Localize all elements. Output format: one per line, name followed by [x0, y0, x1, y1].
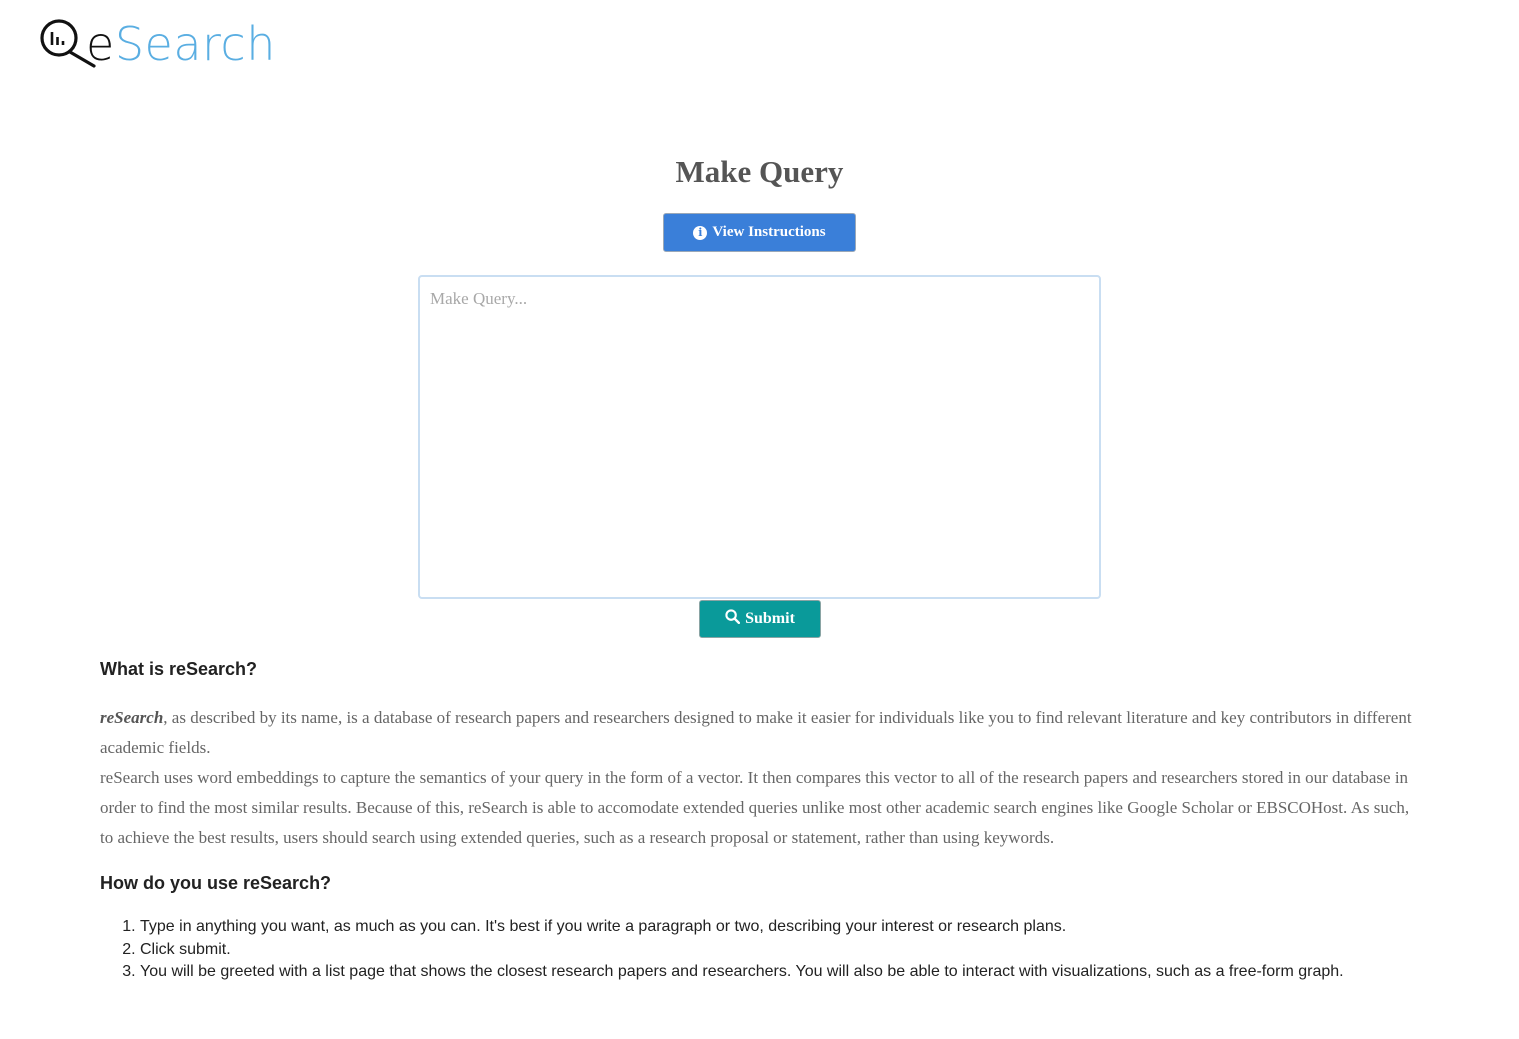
- search-icon: [725, 609, 741, 629]
- info-circle-icon: i: [693, 225, 708, 240]
- about-paragraph-1: reSearch, as described by its name, is a…: [100, 703, 1420, 763]
- page-title: Make Query: [675, 154, 844, 189]
- query-input[interactable]: [418, 275, 1101, 599]
- logo-text: eSearch: [86, 18, 276, 70]
- brand-name: reSearch: [100, 708, 164, 727]
- view-instructions-label: View Instructions: [712, 224, 826, 240]
- about-paragraph-2: reSearch uses word embeddings to capture…: [100, 768, 1410, 847]
- submit-button[interactable]: Submit: [699, 600, 821, 638]
- list-item: Type in anything you want, as much as yo…: [140, 916, 1344, 939]
- list-item: Click submit.: [140, 939, 1344, 962]
- magnifier-chart-icon: [40, 18, 96, 70]
- list-item: You will be greeted with a list page tha…: [140, 961, 1344, 984]
- logo[interactable]: eSearch: [40, 14, 276, 70]
- about-heading: What is reSearch?: [100, 659, 258, 679]
- submit-label: Submit: [745, 610, 795, 627]
- about-paragraph-1-text: , as described by its name, is a databas…: [100, 708, 1412, 757]
- logo-text-search: Search: [114, 17, 276, 71]
- howto-heading: How do you use reSearch?: [100, 873, 332, 893]
- about-description: reSearch, as described by its name, is a…: [100, 703, 1420, 853]
- view-instructions-button[interactable]: i View Instructions: [663, 213, 856, 252]
- howto-steps-list: Type in anything you want, as much as yo…: [100, 916, 1344, 984]
